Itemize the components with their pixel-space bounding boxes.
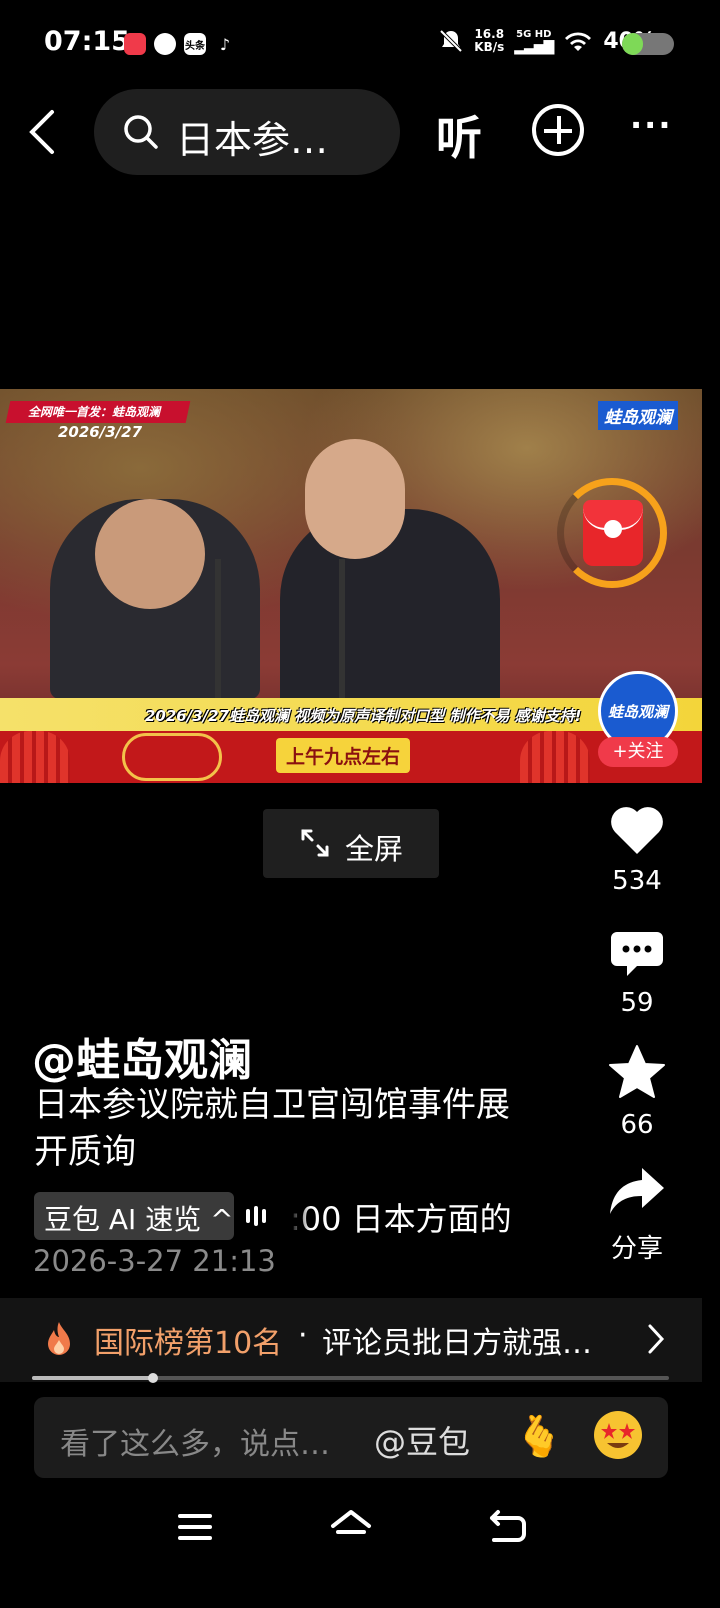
add-button[interactable] <box>532 104 584 156</box>
back-arrow-icon[interactable] <box>22 104 66 160</box>
status-bar: 07:15 头条 ♪ 16.8KB/s 5G HD▂▃▅▇ 40% <box>0 0 720 88</box>
lantern-left <box>0 731 70 783</box>
post-title: 日本参议院就自卫官闯馆事件展开质询 <box>34 1085 510 1172</box>
post-date: 2026-3-27 21:13 <box>33 1244 276 1278</box>
mute-bell-icon <box>439 29 463 53</box>
comment-count: 59 <box>620 988 654 1018</box>
chat-app-icon <box>154 33 176 55</box>
fire-icon <box>48 1322 70 1355</box>
audio-wave-icon <box>246 1206 266 1226</box>
home-icon[interactable] <box>330 1508 372 1544</box>
video-progress-bar[interactable] <box>32 1373 669 1383</box>
heart-icon <box>611 807 663 854</box>
finger-heart-emoji-icon[interactable]: 🫰 <box>514 1413 564 1460</box>
menu-icon[interactable] <box>178 1512 212 1542</box>
listen-button[interactable]: 听 <box>436 102 482 168</box>
summary-ticker: :00 日本方面的 <box>290 1200 512 1238</box>
video-microphones <box>215 559 345 699</box>
search-query: 日本参… <box>176 118 329 162</box>
comment-placeholder: 看了这么多，说点… <box>60 1427 330 1462</box>
battery-icon <box>622 33 674 55</box>
fullscreen-button[interactable]: 全屏 <box>263 809 439 878</box>
star-eyes-emoji-icon[interactable] <box>594 1411 642 1459</box>
more-options-icon[interactable]: ··· <box>630 106 672 144</box>
toutiao-app-icon: 头条 <box>184 33 206 55</box>
share-label: 分享 <box>610 1234 663 1264</box>
wifi-icon <box>565 32 592 51</box>
favorite-button[interactable]: 66 <box>600 1044 674 1140</box>
fullscreen-label: 全屏 <box>345 832 404 866</box>
signal-indicator: 5G HD ▂▃▅▇ <box>514 29 554 55</box>
rank-label: 国际榜第10名 <box>94 1326 283 1361</box>
red-packet-coin <box>604 520 622 538</box>
expand-icon <box>301 829 329 857</box>
notification-icons: 头条 ♪ <box>124 33 236 55</box>
video-head-speaker <box>305 439 405 559</box>
tiktok-app-icon: ♪ <box>214 33 236 55</box>
ornament <box>122 733 222 781</box>
ai-summary-button[interactable]: 豆包 AI 速览 ^ <box>34 1192 234 1240</box>
chevron-right-icon <box>648 1324 665 1354</box>
video-top-banner: 全网唯一首发：蛙岛观澜 <box>28 405 161 419</box>
comment-icon <box>611 932 663 976</box>
search-box[interactable]: 日本参… <box>94 89 400 175</box>
comment-button[interactable]: 59 <box>600 928 674 1018</box>
video-date-overlay: 2026/3/27 <box>58 423 143 441</box>
rank-separator: · <box>298 1318 308 1353</box>
rank-description: 评论员批日方就强… <box>322 1326 592 1361</box>
follow-button[interactable]: +关注 <box>598 737 678 767</box>
caption-strip: 2026/3/27蛙岛观澜 视频为原声译制对口型 制作不易 感谢支持! <box>145 707 582 725</box>
star-icon <box>609 1045 665 1098</box>
clock: 07:15 <box>44 26 130 57</box>
like-button[interactable]: 534 <box>600 804 674 896</box>
rank-bar[interactable]: 国际榜第10名 · 评论员批日方就强… <box>0 1298 702 1382</box>
share-button[interactable]: 分享 <box>600 1166 674 1265</box>
channel-logo: 蛙岛观澜 <box>598 401 678 430</box>
search-icon <box>124 115 158 149</box>
author-name[interactable]: @蛙岛观澜 <box>32 1024 252 1088</box>
comment-input[interactable]: 看了这么多，说点… @豆包 🫰 <box>34 1397 668 1478</box>
back-nav-icon[interactable] <box>488 1508 528 1544</box>
like-count: 534 <box>612 866 662 896</box>
progress-fill <box>32 1376 154 1380</box>
video-subtitle: 上午九点左右 <box>276 738 411 773</box>
system-navigation-bar <box>0 1490 720 1608</box>
net-speed: 16.8 KB/s <box>474 27 505 54</box>
share-arrow-icon <box>610 1168 664 1214</box>
video-head-left <box>95 499 205 609</box>
ai-summary-label: 豆包 AI 速览 ^ <box>44 1203 234 1236</box>
lantern-right <box>520 731 590 783</box>
chevron-up-icon: ^ <box>210 1203 234 1236</box>
mention-doubao-button[interactable]: @豆包 <box>374 1417 470 1463</box>
progress-knob[interactable] <box>148 1373 159 1383</box>
music-app-icon <box>124 33 146 55</box>
favorite-count: 66 <box>620 1110 654 1140</box>
